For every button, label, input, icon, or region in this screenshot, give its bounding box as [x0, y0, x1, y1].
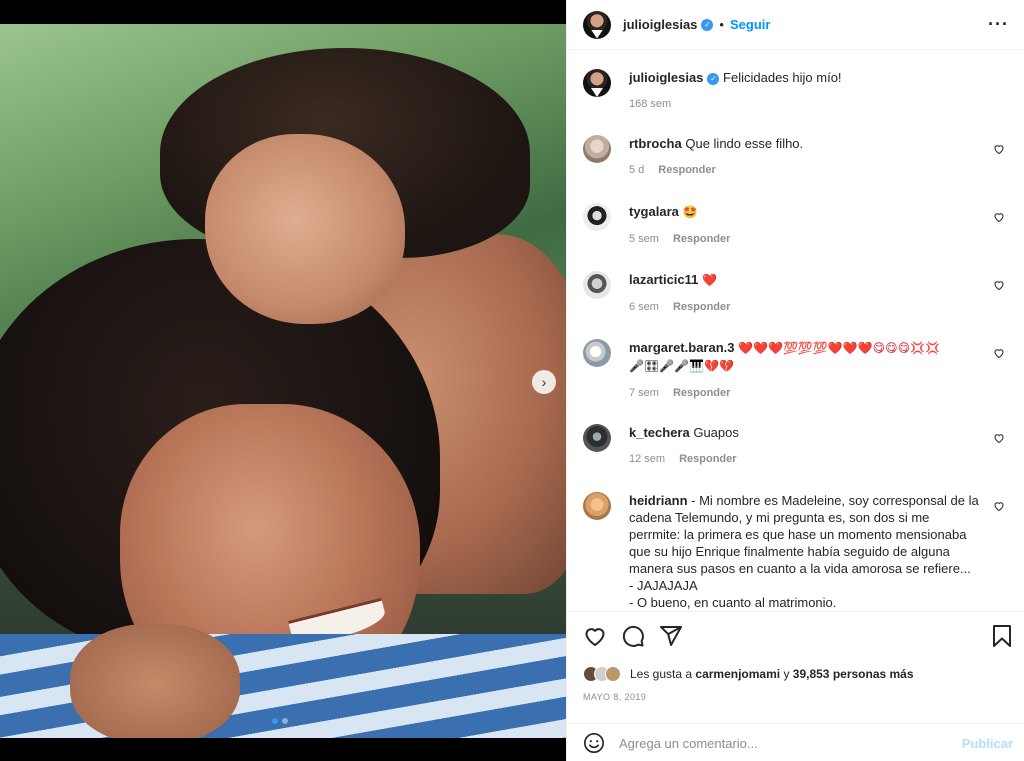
- emoji-icon[interactable]: [583, 732, 605, 754]
- comment-text: Guapos: [693, 425, 739, 440]
- avatar[interactable]: [583, 69, 611, 97]
- verified-icon: ✓: [701, 18, 714, 31]
- comment-time: 7 sem: [629, 387, 659, 399]
- comment-text: ❤️❤️❤️💯💯💯❤️❤️❤️😋😋😋💢💢: [738, 341, 941, 355]
- comment-username[interactable]: rtbrocha: [629, 136, 682, 151]
- reply-button[interactable]: Responder: [673, 301, 730, 313]
- list-item: lazarticic11 ❤️ 6 sem Responder: [583, 271, 1009, 313]
- comment-text: Que lindo esse filho.: [685, 136, 804, 151]
- like-comment-heart-icon[interactable]: [993, 211, 1005, 223]
- comment-text-line3: - O bueno, en cuanto al matrimonio.: [629, 595, 837, 610]
- likes-count[interactable]: 39,853 personas más: [793, 667, 914, 681]
- like-heart-icon[interactable]: [583, 624, 607, 648]
- post-view: › julioiglesias ✓ • Seguir ··· julioigle…: [0, 0, 1024, 761]
- comment-time: 5 d: [629, 164, 645, 176]
- add-comment-bar: Agrega un comentario... Publicar: [567, 723, 1024, 761]
- list-item: tygalara 🤩 5 sem Responder: [583, 203, 1009, 245]
- comment-text-line2: - JAJAJAJA: [629, 578, 698, 593]
- post-header: julioiglesias ✓ • Seguir ···: [567, 0, 1024, 50]
- avatar[interactable]: [583, 339, 611, 367]
- comment-icon[interactable]: [621, 624, 645, 648]
- separator: •: [719, 17, 724, 32]
- like-comment-heart-icon[interactable]: [993, 500, 1005, 512]
- reply-button[interactable]: Responder: [658, 164, 715, 176]
- likes-summary[interactable]: Les gusta a carmenjomami y 39,853 person…: [583, 666, 914, 682]
- post-date: MAYO 8, 2019: [583, 692, 647, 702]
- comment-time: 5 sem: [629, 233, 659, 245]
- list-item: margaret.baran.3 ❤️❤️❤️💯💯💯❤️❤️❤️😋😋😋💢💢 🎤🎛🎤…: [583, 339, 1009, 399]
- comment-time: 6 sem: [629, 301, 659, 313]
- avatar[interactable]: [583, 424, 611, 452]
- comment-username[interactable]: margaret.baran.3: [629, 340, 735, 355]
- caption-text: Felicidades hijo mío!: [723, 70, 842, 85]
- avatar[interactable]: [583, 203, 611, 231]
- comments-list[interactable]: julioiglesias ✓ Felicidades hijo mío! 168…: [567, 51, 1024, 611]
- publish-button[interactable]: Publicar: [962, 736, 1013, 751]
- avatar[interactable]: [583, 492, 611, 520]
- comment-text: 🤩: [682, 205, 698, 219]
- list-item: k_techera Guapos 12 sem Responder: [583, 424, 1009, 465]
- side-panel: julioiglesias ✓ • Seguir ··· julioiglesi…: [566, 0, 1024, 761]
- like-comment-heart-icon[interactable]: [993, 432, 1005, 444]
- share-icon[interactable]: [659, 624, 683, 648]
- comment-username[interactable]: heidriann: [629, 493, 688, 508]
- photo-boy-face: [205, 134, 405, 324]
- likes-user[interactable]: carmenjomami: [695, 667, 780, 681]
- like-comment-heart-icon[interactable]: [993, 279, 1005, 291]
- comment-username[interactable]: k_techera: [629, 425, 690, 440]
- avatar[interactable]: [583, 10, 611, 39]
- post-photo[interactable]: [0, 24, 566, 738]
- reply-button[interactable]: Responder: [673, 387, 730, 399]
- more-options-icon[interactable]: ···: [988, 14, 1009, 35]
- list-item: heidriann - Mi nombre es Madeleine, soy …: [583, 492, 1009, 611]
- next-slide-button[interactable]: ›: [532, 370, 556, 394]
- likes-middle: y: [783, 667, 790, 681]
- list-item: rtbrocha Que lindo esse filho. 5 d Respon…: [583, 135, 1009, 176]
- photo-arm: [70, 624, 240, 738]
- comment-text: ❤️: [702, 273, 717, 287]
- comment-time: 12 sem: [629, 453, 666, 465]
- comment-input[interactable]: Agrega un comentario...: [619, 736, 962, 751]
- chevron-right-icon: ›: [541, 374, 547, 390]
- avatar[interactable]: [583, 271, 611, 299]
- caption-username[interactable]: julioiglesias: [629, 70, 703, 85]
- like-comment-heart-icon[interactable]: [993, 143, 1005, 155]
- comment-username[interactable]: tygalara: [629, 204, 679, 219]
- avatar: [605, 666, 621, 682]
- header-username[interactable]: julioiglesias: [623, 17, 697, 32]
- avatar[interactable]: [583, 135, 611, 163]
- carousel-dot: [282, 718, 288, 724]
- comment-username[interactable]: lazarticic11: [629, 272, 698, 287]
- caption: julioiglesias ✓ Felicidades hijo mío! 168…: [583, 69, 1009, 110]
- follow-button[interactable]: Seguir: [730, 17, 770, 32]
- carousel-dot-active: [272, 718, 278, 724]
- carousel-dots: [272, 718, 288, 724]
- likes-prefix: Les gusta a: [630, 667, 693, 681]
- caption-time: 168 sem: [629, 98, 672, 110]
- reply-button[interactable]: Responder: [679, 453, 736, 465]
- verified-icon: ✓: [707, 72, 720, 85]
- comment-text-line2: 🎤🎛🎤🎤🎹💔💔: [629, 359, 734, 373]
- bookmark-icon[interactable]: [991, 624, 1013, 648]
- like-comment-heart-icon[interactable]: [993, 347, 1005, 359]
- post-actions: Les gusta a carmenjomami y 39,853 person…: [567, 611, 1024, 761]
- reply-button[interactable]: Responder: [673, 233, 730, 245]
